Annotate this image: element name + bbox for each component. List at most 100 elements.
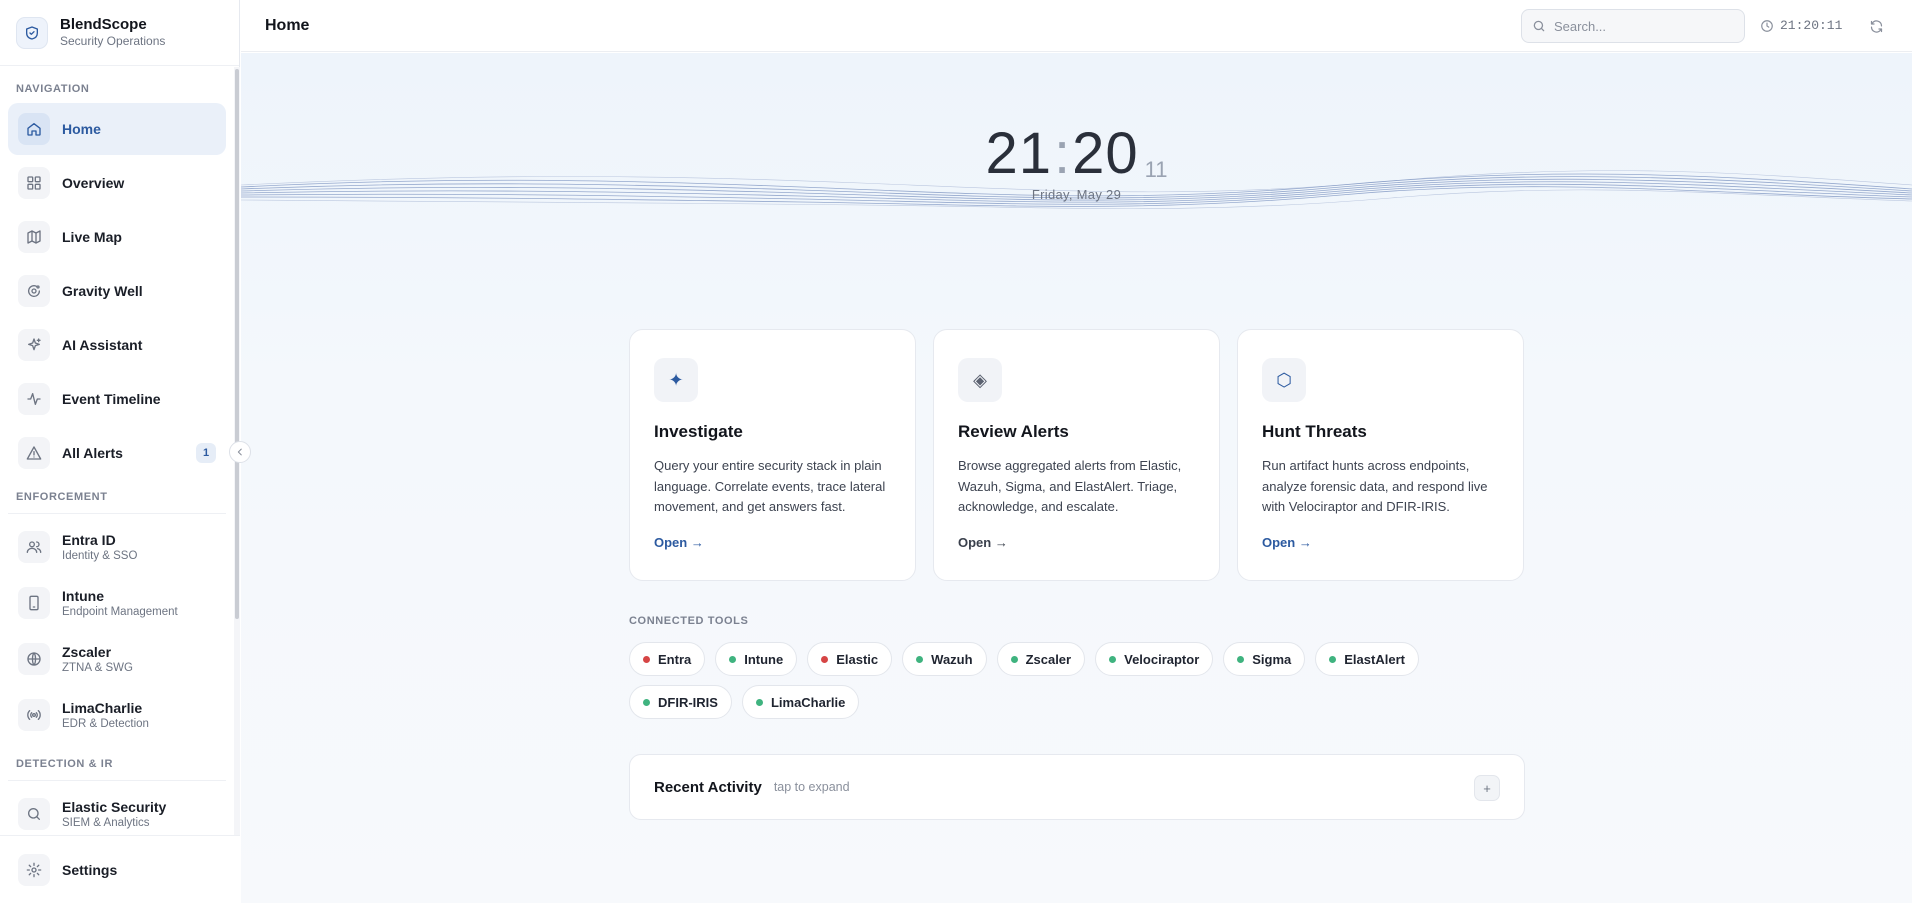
- sidebar-item-label: Event Timeline: [62, 391, 161, 407]
- tool-chip-elastic[interactable]: Elastic: [807, 642, 893, 676]
- sidebar-item-label: Settings: [62, 862, 118, 878]
- refresh-button[interactable]: [1866, 16, 1886, 36]
- hero-date: Friday, May 29: [1031, 187, 1122, 202]
- sidebar-item-label: All Alerts: [62, 445, 123, 461]
- main-content: 21 : 20 11 Friday, May 29 ✦ Investigate …: [241, 53, 1912, 903]
- review-alerts-card[interactable]: ◈ Review Alerts Browse aggregated alerts…: [933, 329, 1220, 581]
- tool-chip-zscaler[interactable]: Zscaler: [996, 642, 1086, 676]
- section-label-detection: DETECTION & IR: [16, 758, 114, 770]
- expand-activity-button[interactable]: +: [1474, 775, 1500, 801]
- tool-chip-label: Velociraptor: [1124, 651, 1200, 667]
- sidebar-item-zscaler[interactable]: Zscaler ZTNA & SWG: [8, 632, 226, 686]
- scrollbar-thumb[interactable]: [235, 69, 239, 619]
- orbit-icon: [18, 275, 50, 307]
- header-clock: 21:20:11: [1760, 18, 1842, 33]
- gear-icon: [18, 854, 50, 886]
- brand-name: BlendScope: [60, 16, 147, 33]
- hero-colon: :: [1054, 121, 1071, 186]
- review-alerts-open-link[interactable]: Open →: [958, 535, 1008, 550]
- brand-subtitle: Security Operations: [60, 34, 166, 48]
- search-box[interactable]: [1521, 9, 1745, 43]
- status-dot: [1109, 655, 1117, 663]
- section-label-navigation: NAVIGATION: [16, 83, 90, 95]
- section-divider: [8, 780, 226, 781]
- status-dot: [1237, 655, 1245, 663]
- card-description: Run artifact hunts across endpoints, ana…: [1262, 458, 1488, 514]
- tool-chip-label: ElastAlert: [1344, 651, 1405, 667]
- tool-chip-wazuh[interactable]: Wazuh: [902, 642, 987, 676]
- status-dot: [1010, 655, 1018, 663]
- sidebar-item-label: Zscaler: [62, 644, 112, 660]
- status-dot: [755, 698, 763, 706]
- sparkle-icon: ✦: [654, 358, 698, 402]
- sidebar-item-label: Entra ID: [62, 532, 116, 548]
- recent-activity-title: Recent Activity: [654, 778, 762, 796]
- sidebar-item-sublabel: ZTNA & SWG: [62, 662, 133, 674]
- tool-chip-limacharlie[interactable]: LimaCharlie: [741, 685, 860, 719]
- tool-chip-label: Entra: [658, 651, 692, 667]
- sidebar-item-settings[interactable]: Settings: [8, 844, 232, 896]
- sidebar-item-event-timeline[interactable]: Event Timeline: [8, 373, 226, 425]
- sidebar-footer: Settings: [0, 835, 240, 903]
- activity-icon: [18, 383, 50, 415]
- phone-icon: [18, 587, 50, 619]
- plus-icon: +: [1483, 780, 1491, 796]
- sidebar-item-sublabel: Endpoint Management: [62, 606, 178, 618]
- card-title: Hunt Threats: [1262, 422, 1367, 441]
- sidebar-item-label: Overview: [62, 175, 125, 191]
- sidebar-item-label: Intune: [62, 588, 104, 604]
- sidebar-item-all-alerts[interactable]: All Alerts 1: [8, 427, 226, 479]
- sidebar-item-label: Elastic Security: [62, 799, 167, 815]
- status-dot: [1329, 655, 1337, 663]
- hero-seconds: 11: [1144, 157, 1168, 182]
- investigate-card[interactable]: ✦ Investigate Query your entire security…: [629, 329, 916, 581]
- recent-activity-panel[interactable]: Recent Activity tap to expand +: [629, 754, 1525, 820]
- hero-time: 21 : 20 11: [986, 125, 1168, 183]
- collapse-sidebar-button[interactable]: [229, 441, 251, 463]
- chevron-left-icon: [237, 448, 242, 456]
- header-clock-time: 21:20:11: [1780, 18, 1843, 33]
- tool-chip-label: Wazuh: [931, 651, 973, 667]
- brand[interactable]: BlendScope Security Operations: [0, 0, 239, 66]
- tool-chip-sigma[interactable]: Sigma: [1223, 642, 1306, 676]
- sidebar-item-label: LimaCharlie: [62, 700, 143, 716]
- globe-icon: [18, 643, 50, 675]
- sidebar-item-elastic-security[interactable]: Elastic Security SIEM & Analytics: [8, 787, 226, 835]
- hunt-threats-card[interactable]: ⬡ Hunt Threats Run artifact hunts across…: [1237, 329, 1524, 581]
- recent-activity-hint: tap to expand: [773, 780, 850, 794]
- status-dot: [821, 655, 829, 663]
- sidebar-item-gravity-well[interactable]: Gravity Well: [8, 265, 226, 317]
- search-icon: [18, 798, 50, 830]
- hero-hours: 21: [985, 121, 1053, 186]
- search-input[interactable]: [1554, 18, 1724, 34]
- investigate-open-link[interactable]: Open →: [654, 535, 704, 550]
- tool-chip-intune[interactable]: Intune: [715, 642, 798, 676]
- tool-chip-dfir-iris[interactable]: DFIR-IRIS: [629, 685, 732, 719]
- sidebar: BlendScope Security Operations NAVIGATIO…: [0, 0, 240, 903]
- alert-triangle-icon: [18, 437, 50, 469]
- hexagon-icon: ⬡: [1262, 358, 1306, 402]
- sidebar-item-overview[interactable]: Overview: [8, 157, 226, 209]
- sidebar-item-label: Gravity Well: [62, 283, 143, 299]
- status-dot: [643, 698, 650, 706]
- card-description: Browse aggregated alerts from Elastic, W…: [958, 458, 1182, 514]
- section-divider: [8, 513, 226, 514]
- sidebar-item-entra-id[interactable]: Entra ID Identity & SSO: [8, 520, 226, 574]
- sidebar-item-live-map[interactable]: Live Map: [8, 211, 226, 263]
- sidebar-item-intune[interactable]: Intune Endpoint Management: [8, 576, 226, 630]
- nav-scroll-area: NAVIGATION Home Overview Live Map Gravit…: [0, 67, 234, 835]
- sidebar-item-label: AI Assistant: [62, 337, 143, 353]
- tool-chip-entra[interactable]: Entra: [629, 642, 706, 676]
- connected-tools-list: Entra Intune Elastic Wazuh Zscaler Velocirapt…: [629, 642, 1529, 719]
- home-icon: [18, 113, 50, 145]
- sidebar-item-limacharlie[interactable]: LimaCharlie EDR & Detection: [8, 688, 226, 742]
- sidebar-item-home[interactable]: Home: [8, 103, 226, 155]
- status-dot: [643, 655, 650, 663]
- tool-chip-elastalert[interactable]: ElastAlert: [1315, 642, 1419, 676]
- grid-icon: [18, 167, 50, 199]
- hunt-threats-open-link[interactable]: Open →: [1262, 535, 1312, 550]
- sidebar-item-ai-assistant[interactable]: AI Assistant: [8, 319, 226, 371]
- tool-chip-velociraptor[interactable]: Velociraptor: [1095, 642, 1214, 676]
- radio-icon: [18, 699, 50, 731]
- page-title: Home: [265, 16, 310, 34]
